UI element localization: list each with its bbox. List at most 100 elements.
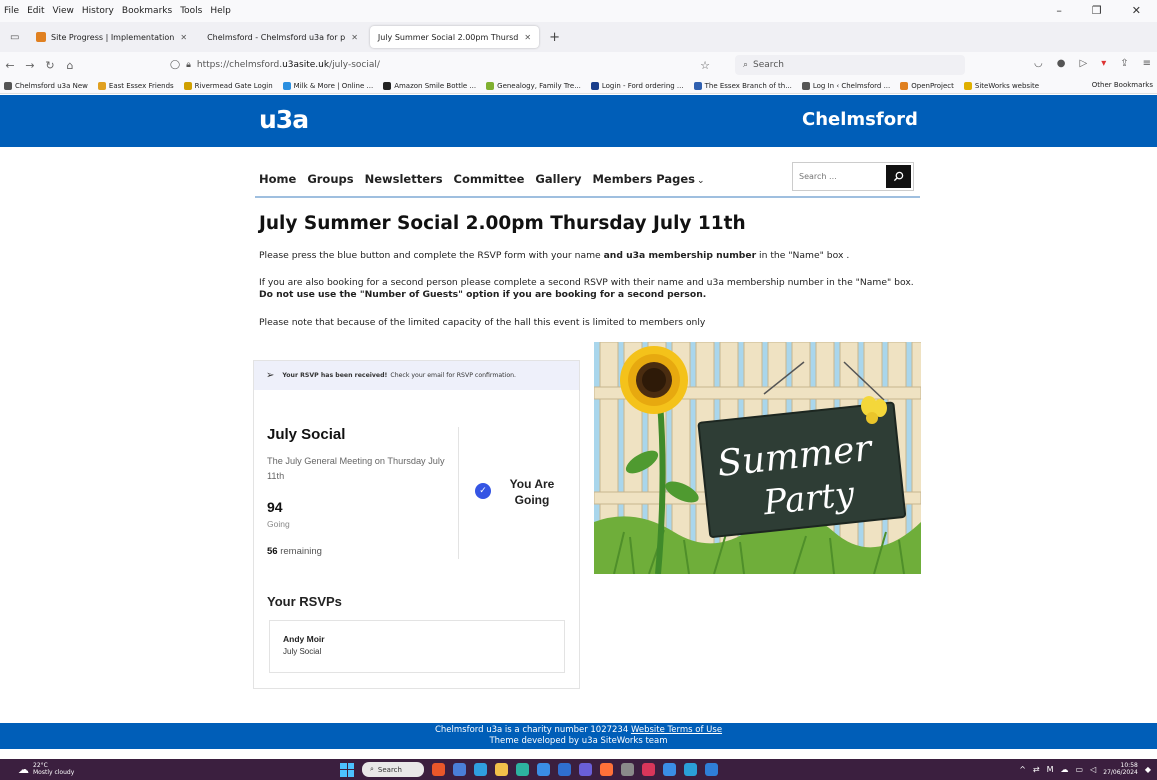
nav-gallery[interactable]: Gallery (535, 172, 581, 186)
bookmark-item[interactable]: Genealogy, Family Tre... (486, 81, 581, 90)
bookmark-icon (590, 81, 599, 90)
bookmark-item[interactable]: Chelmsford u3a New (4, 81, 88, 90)
nav-committee[interactable]: Committee (454, 172, 525, 186)
bookmark-item[interactable]: Milk & More | Online ... (282, 81, 373, 90)
charity-text: Chelmsford u3a is a charity number 10272… (434, 725, 631, 735)
cloud-icon: ☁ (18, 762, 29, 776)
summer-party-image: Summer Party (594, 342, 921, 574)
share-icon[interactable]: ⇪ (1120, 58, 1128, 69)
footer-line2: Theme developed by u3a SiteWorks team (489, 736, 668, 746)
tab-july-social[interactable]: July Summer Social 2.00pm Thursd ✕ (369, 26, 540, 48)
display-icon[interactable]: ▭ (1076, 765, 1084, 774)
folder-icon[interactable] (495, 763, 508, 776)
bookmark-label: OpenProject (911, 81, 954, 90)
tab-chelmsford[interactable]: Chelmsford - Chelmsford u3a for p ✕ (199, 26, 366, 48)
rsvp-list-item[interactable]: Andy Moir July Social (269, 620, 565, 673)
menu-tools[interactable]: Tools (180, 6, 202, 16)
account-icon[interactable]: ● (1057, 58, 1066, 69)
bookmark-item[interactable]: East Essex Friends (97, 81, 174, 90)
weather-widget[interactable]: ☁ 22°C Mostly cloudy (18, 762, 74, 776)
text: Please press the blue button and complet… (259, 250, 604, 261)
url-path: /july-social/ (329, 60, 380, 70)
network-icon[interactable]: ⇄ (1033, 765, 1040, 774)
menu-view[interactable]: View (53, 6, 74, 16)
close-tab-icon[interactable]: ✕ (351, 33, 358, 42)
browser-search-input[interactable]: ⌕ Search (735, 55, 965, 75)
store-icon[interactable] (537, 763, 550, 776)
star-icon[interactable]: ☆ (700, 59, 710, 72)
bookmark-item[interactable]: OpenProject (900, 81, 954, 90)
edge-icon[interactable] (516, 763, 529, 776)
capacity-note: Please note that because of the limited … (259, 317, 706, 328)
pocket-icon[interactable]: ◡ (1034, 58, 1043, 69)
firefox-icon[interactable] (600, 763, 613, 776)
forward-icon[interactable]: → (20, 59, 40, 72)
menu-edit[interactable]: Edit (27, 6, 44, 16)
menu-icon[interactable]: ≡ (1143, 58, 1151, 69)
taskbar-search[interactable]: ⌕ Search (362, 762, 424, 777)
app-icon[interactable] (642, 763, 655, 776)
new-tab-button[interactable]: + (549, 30, 560, 45)
u3a-logo[interactable]: u3a (259, 105, 309, 134)
bookmark-icon (383, 81, 392, 90)
app-icon[interactable] (663, 763, 676, 776)
site-search-input[interactable] (793, 172, 885, 181)
site-name[interactable]: Chelmsford (802, 109, 918, 130)
going-label: Going (267, 519, 290, 529)
back-icon[interactable]: ← (0, 59, 20, 72)
app-icon[interactable] (684, 763, 697, 776)
notification-icon[interactable]: ◆ (1145, 765, 1151, 774)
minimize-button[interactable]: – (1056, 4, 1062, 17)
menu-help[interactable]: Help (210, 6, 231, 16)
volume-icon[interactable]: ◁ (1090, 765, 1096, 774)
menu-history[interactable]: History (82, 6, 114, 16)
site-search-button[interactable] (886, 165, 911, 188)
terms-link[interactable]: Website Terms of Use (631, 725, 722, 735)
nav-home[interactable]: Home (259, 172, 296, 186)
close-tab-icon[interactable]: ✕ (180, 33, 187, 42)
menu-file[interactable]: File (4, 6, 19, 16)
app-tray-icon[interactable]: M (1047, 765, 1054, 774)
nav-groups[interactable]: Groups (307, 172, 353, 186)
windows-start-icon[interactable] (340, 762, 354, 777)
app-icon[interactable] (474, 763, 487, 776)
restore-button[interactable]: ❐ (1092, 4, 1102, 17)
url-prefix: https://chelmsford. (196, 60, 283, 70)
close-window-button[interactable]: ✕ (1132, 4, 1141, 17)
app-icon[interactable] (579, 763, 592, 776)
nav-members-pages[interactable]: Members Pages ⌄ (592, 172, 704, 186)
bookmark-item[interactable]: Login - Ford ordering ... (590, 81, 684, 90)
app-icon[interactable] (558, 763, 571, 776)
url-bar[interactable]: ◯ 🔒︎ https://chelmsford. u3asite.uk/july-… (170, 55, 710, 75)
app-icon[interactable] (453, 763, 466, 776)
clock[interactable]: 10:58 27/06/2024 (1103, 762, 1138, 776)
other-bookmarks[interactable]: Other Bookmarks (1092, 81, 1153, 89)
menu-bookmarks[interactable]: Bookmarks (122, 6, 172, 16)
bookmark-label: Amazon Smile Bottle ... (394, 81, 477, 90)
rsvp-event-name: July Social (283, 647, 322, 656)
bookmark-item[interactable]: The Essex Branch of th... (693, 81, 792, 90)
app-icon[interactable] (705, 763, 718, 776)
bookmark-icon (693, 81, 702, 90)
check-icon: ✓ (475, 483, 491, 499)
chevron-up-icon[interactable]: ^ (1019, 765, 1026, 774)
media-icon[interactable]: ▷ (1079, 58, 1087, 69)
bookmark-item[interactable]: Log In ‹ Chelmsford ... (801, 81, 891, 90)
paper-plane-icon: ➢ (266, 370, 275, 381)
bookmark-item[interactable]: Amazon Smile Bottle ... (383, 81, 477, 90)
reload-icon[interactable]: ↻ (40, 59, 60, 72)
onedrive-icon[interactable]: ☁ (1061, 765, 1069, 774)
close-tab-icon[interactable]: ✕ (524, 33, 531, 42)
extension-icon[interactable]: ▾ (1101, 58, 1106, 69)
bookmark-item[interactable]: SiteWorks website (963, 81, 1039, 90)
tab-list-icon[interactable]: ▭ (10, 32, 28, 43)
home-icon[interactable]: ⌂ (60, 59, 80, 72)
nav-newsletters[interactable]: Newsletters (365, 172, 443, 186)
bookmark-icon (486, 81, 495, 90)
rsvp-status[interactable]: You Are Going (504, 476, 560, 508)
tab-site-progress[interactable]: Site Progress | Implementation ✕ (28, 26, 195, 48)
settings-icon[interactable] (621, 763, 634, 776)
app-icon[interactable] (432, 763, 445, 776)
bookmark-item[interactable]: Rivermead Gate Login (183, 81, 273, 90)
bookmark-label: Log In ‹ Chelmsford ... (812, 81, 891, 90)
